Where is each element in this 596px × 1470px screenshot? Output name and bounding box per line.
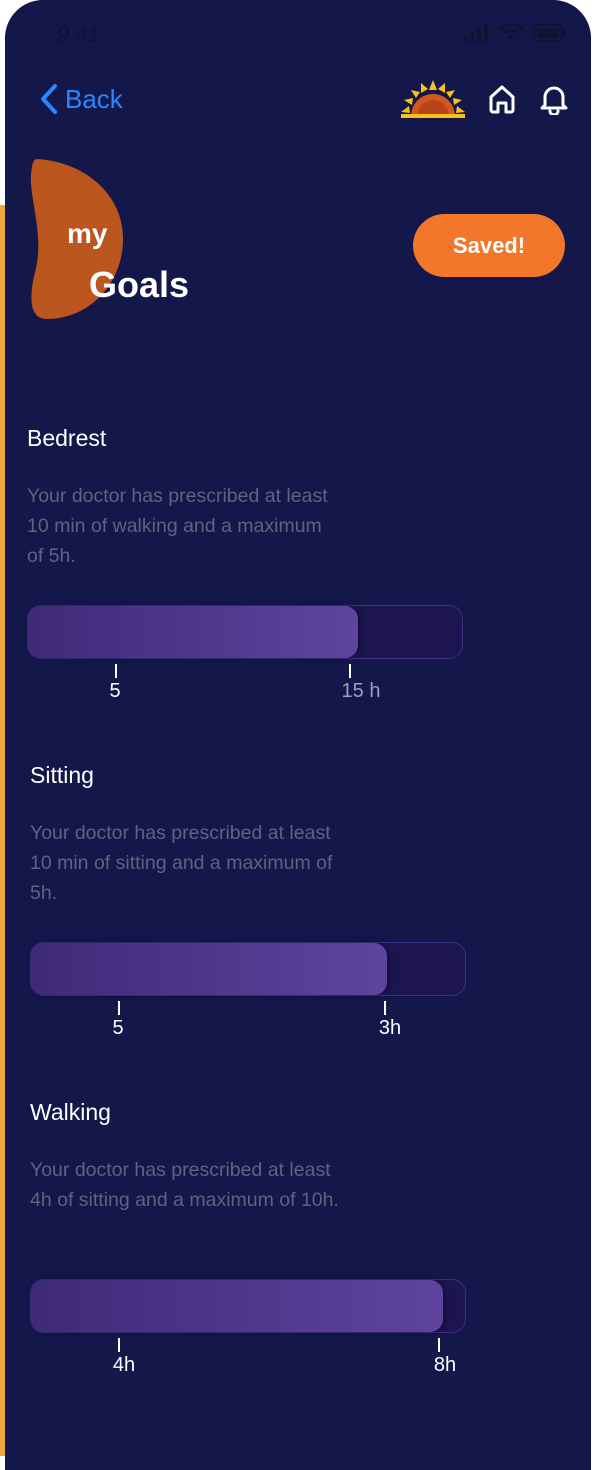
max-tick bbox=[438, 1338, 440, 1352]
goal-progress-bar[interactable] bbox=[30, 942, 466, 996]
goal-title: Bedrest bbox=[27, 425, 107, 451]
min-tick bbox=[115, 664, 117, 678]
status-time: 9:41 bbox=[57, 22, 100, 47]
back-label: Back bbox=[65, 83, 123, 114]
min-label: 5 bbox=[109, 680, 121, 702]
max-label: 3h bbox=[378, 1017, 402, 1039]
goal-progress-bar[interactable] bbox=[27, 605, 463, 659]
back-button[interactable]: Back bbox=[39, 83, 123, 115]
bell-icon[interactable] bbox=[539, 83, 569, 115]
header-icons bbox=[401, 80, 569, 118]
min-tick bbox=[118, 1338, 120, 1352]
sunflower-logo-icon[interactable] bbox=[401, 80, 465, 118]
signal-icon bbox=[463, 24, 488, 42]
title-my: my bbox=[67, 218, 108, 249]
battery-icon bbox=[533, 24, 566, 42]
max-tick bbox=[384, 1001, 386, 1015]
min-label: 4h bbox=[112, 1354, 136, 1376]
goal-progress-fill bbox=[31, 1280, 444, 1332]
goal-title: Sitting bbox=[30, 762, 94, 788]
min-label: 5 bbox=[112, 1017, 124, 1039]
home-icon[interactable] bbox=[487, 84, 517, 114]
page-title: Goals bbox=[89, 264, 190, 305]
status-icons bbox=[463, 24, 567, 42]
goal-description: Your doctor has prescribed at least 10 m… bbox=[27, 485, 328, 567]
goal-title: Walking bbox=[30, 1099, 111, 1125]
goal-progress-fill bbox=[28, 606, 358, 658]
goal-description: Your doctor has prescribed at least 10 m… bbox=[30, 822, 333, 904]
max-tick bbox=[349, 664, 351, 678]
max-label: 8h bbox=[433, 1354, 457, 1376]
phone-screen: 9:41 Back my Goals Saved! Bedrest Your d… bbox=[5, 0, 591, 1470]
chevron-left-icon bbox=[41, 84, 57, 114]
goal-description: Your doctor has prescribed at least 4h o… bbox=[30, 1159, 339, 1211]
goal-progress-fill bbox=[31, 943, 387, 995]
wifi-icon bbox=[499, 24, 523, 40]
saved-button[interactable]: Saved! bbox=[413, 214, 565, 277]
goal-progress-bar[interactable] bbox=[30, 1279, 466, 1333]
max-label: 15 h bbox=[341, 680, 381, 702]
min-tick bbox=[118, 1001, 120, 1015]
